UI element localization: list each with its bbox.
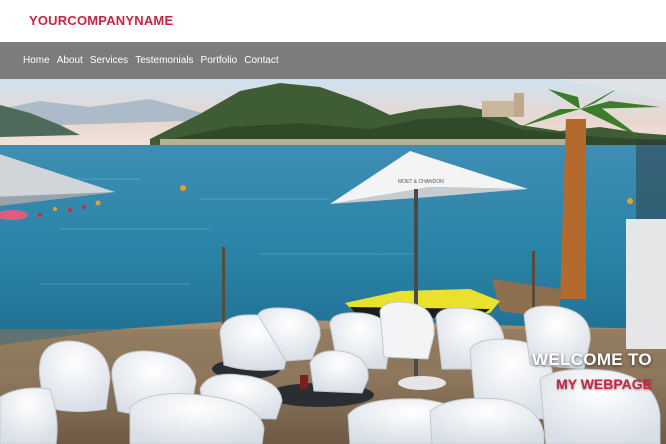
umbrella-brand-text: MOET & CHANDON <box>398 179 444 185</box>
nav-home[interactable]: Home <box>23 42 50 79</box>
hero-caption: WELCOME TO MY WEBPAGE <box>532 350 652 392</box>
hero-banner: MOET & CHANDON WELCOME TO MY WEBPAGE <box>0 79 666 444</box>
main-navigation: Home About Services Testemonials Portfolio Co… <box>0 42 666 79</box>
nav-contact[interactable]: Contact <box>244 42 278 79</box>
nav-portfolio[interactable]: Portfolio <box>201 42 238 79</box>
nav-about[interactable]: About <box>57 42 83 79</box>
nav-testemonials[interactable]: Testemonials <box>135 42 193 79</box>
nav-services[interactable]: Services <box>90 42 128 79</box>
top-header: YOURCOMPANYNAME <box>0 0 666 42</box>
hero-caption-line1: WELCOME TO <box>532 350 652 369</box>
hero-caption-line2: MY WEBPAGE <box>556 376 652 392</box>
company-logo[interactable]: YOURCOMPANYNAME <box>29 13 173 28</box>
